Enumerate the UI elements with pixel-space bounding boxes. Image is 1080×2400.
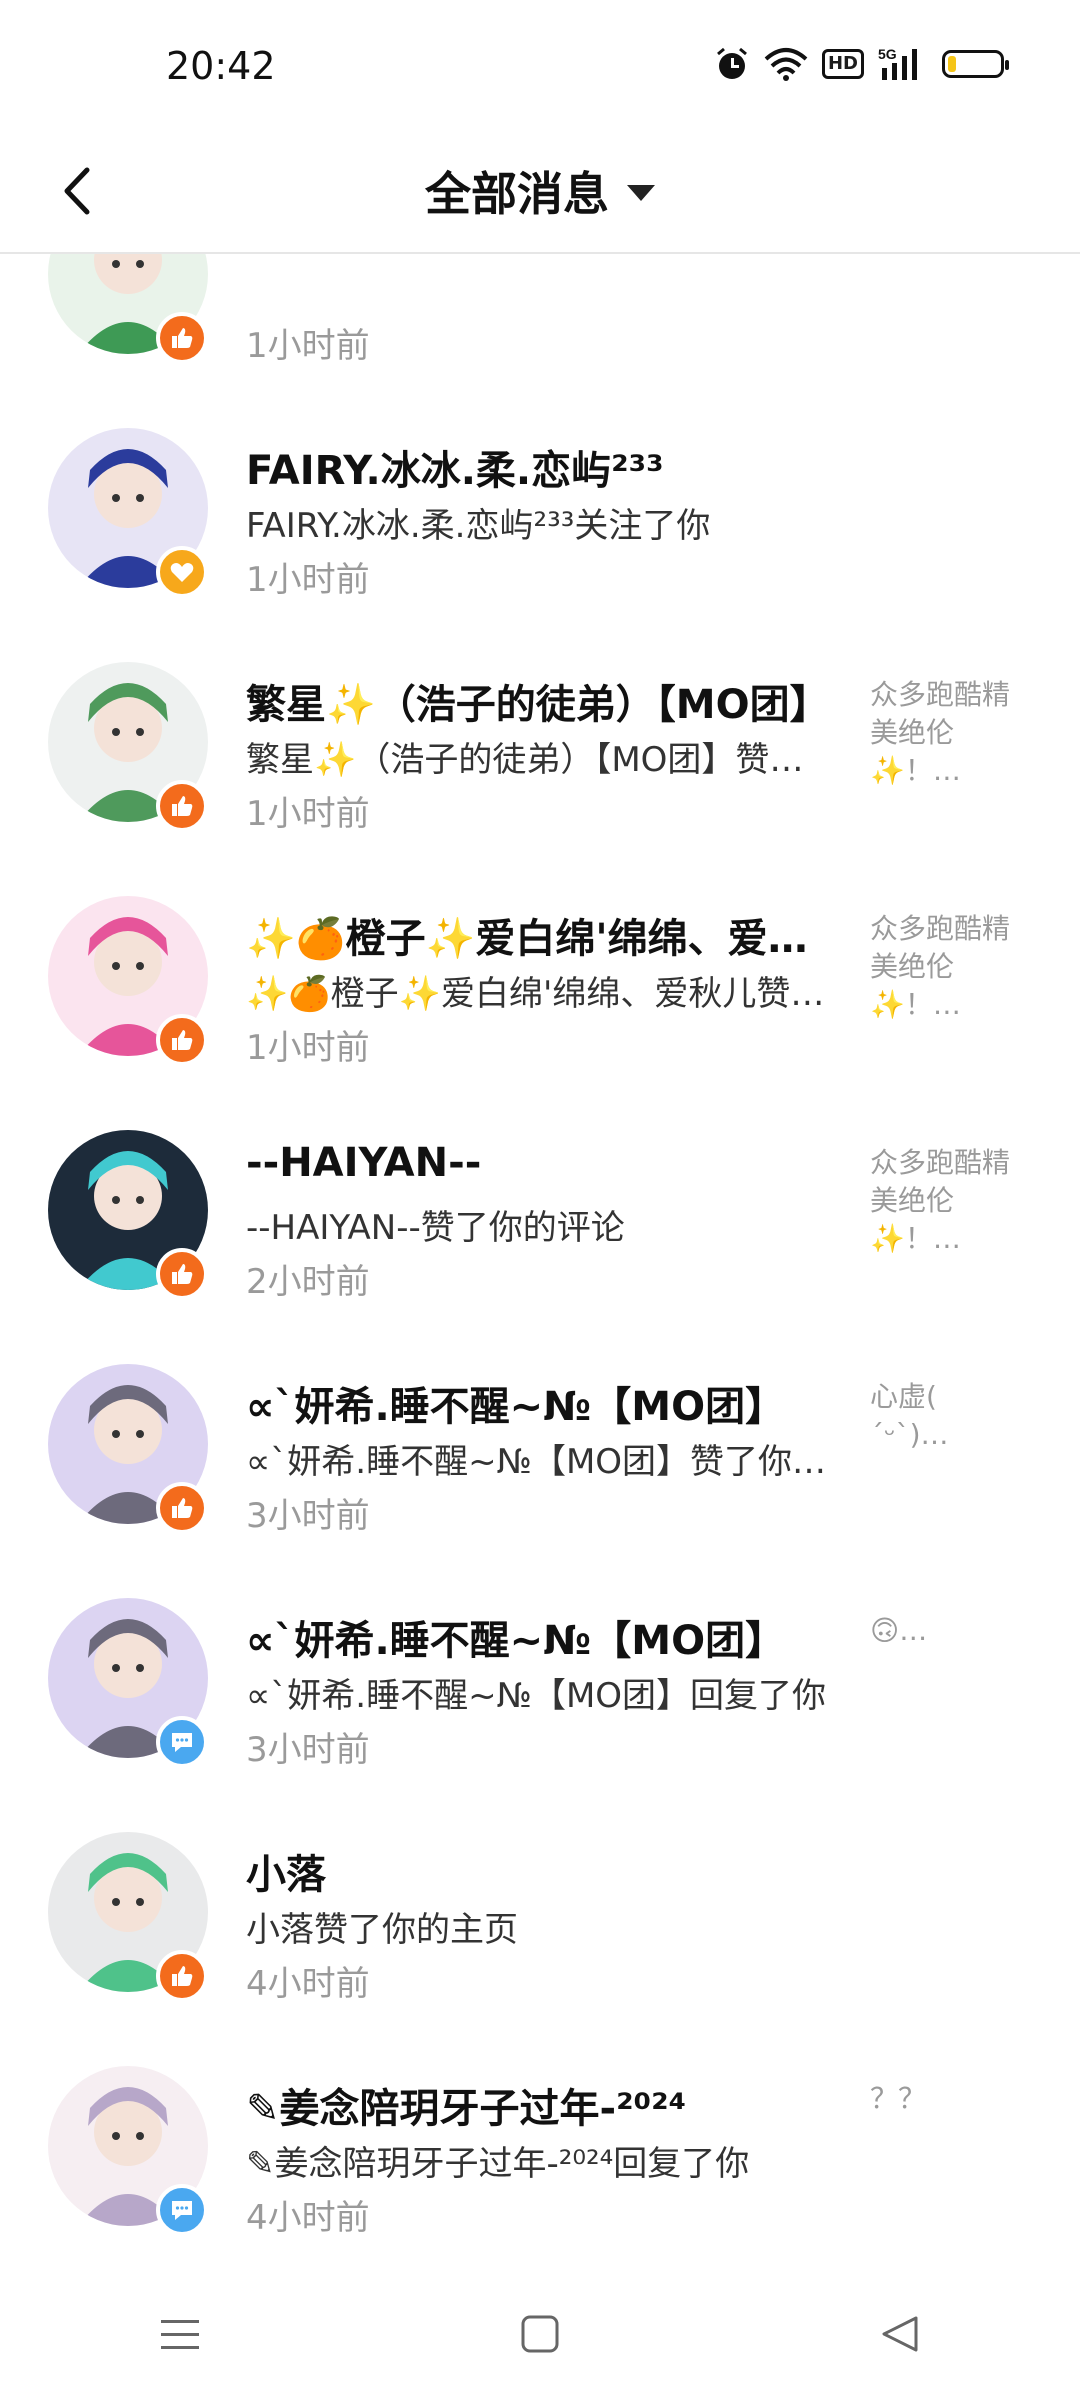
message-time: 1小时前	[246, 794, 370, 834]
sender-name: 繁星✨（浩子的徒弟）【MO团】	[246, 682, 830, 728]
content-snippet[interactable]: 心虚( ´ᵕ`)…	[870, 1378, 1030, 1454]
sender-name: FAIRY.冰冰.柔.恋屿²³³	[246, 448, 664, 494]
message-item[interactable]: ∝`妍希.睡不醒~№【MO团】 ∝`妍希.睡不醒~№【MO团】回复了你 3小时前 🙃…	[0, 1570, 1080, 1804]
like-badge-icon	[156, 1950, 208, 2002]
message-list[interactable]: 1小时前 FAIRY.冰冰.柔.恋屿²³³ FAIRY.冰冰.柔.恋屿²³³关注了你…	[0, 254, 1080, 2250]
message-description: ∝`妍希.睡不醒~№【MO团】回复了你	[246, 1676, 827, 1716]
message-time: 1小时前	[246, 1028, 370, 1068]
content-snippet[interactable]: 🙃…	[870, 1612, 1030, 1650]
like-badge-icon	[156, 1014, 208, 1066]
menu-button[interactable]	[130, 2284, 230, 2384]
content-snippet[interactable]: 众多跑酷精美绝伦✨！…	[870, 676, 1030, 790]
like-badge-icon	[156, 312, 208, 364]
like-badge-icon	[156, 780, 208, 832]
wifi-icon	[764, 47, 808, 81]
like-badge-icon	[156, 1248, 208, 1300]
sender-name: ∝`妍希.睡不醒~№【MO团】	[246, 1384, 786, 1430]
message-item[interactable]: ∝`妍希.睡不醒~№【MO团】 ∝`妍希.睡不醒~№【MO团】赞了你的评论 3小时前…	[0, 1336, 1080, 1570]
battery-level	[948, 56, 956, 72]
reply-badge-icon	[156, 1716, 208, 1768]
status-bar: 20:42 HD 5G	[0, 0, 1080, 130]
message-item[interactable]: ✎姜念陪玥牙子过年-²⁰²⁴ ✎姜念陪玥牙子过年-²⁰²⁴回复了你 4小时前 ？？	[0, 2038, 1080, 2250]
follow-badge-icon	[156, 546, 208, 598]
message-item[interactable]: 小落小落赞了你的主页 4小时前	[0, 1804, 1080, 2038]
status-icons: HD 5G	[714, 46, 1009, 82]
message-time: 1小时前	[246, 560, 370, 600]
sender-name: ✎姜念陪玥牙子过年-²⁰²⁴	[246, 2086, 687, 2132]
sender-name: ∝`妍希.睡不醒~№【MO团】	[246, 1618, 786, 1664]
status-time: 20:42	[166, 44, 276, 88]
message-item[interactable]: 繁星✨（浩子的徒弟）【MO团】繁星✨（浩子的徒弟）【MO团】赞了你的评论 1小时前…	[0, 634, 1080, 868]
message-description: FAIRY.冰冰.柔.恋屿²³³关注了你	[246, 506, 711, 546]
message-time: 1小时前	[246, 326, 370, 366]
message-description: ∝`妍希.睡不醒~№【MO团】赞了你的评论	[246, 1442, 836, 1482]
content-snippet[interactable]: ？？	[870, 2080, 1030, 2118]
page-title: 全部消息	[425, 167, 609, 221]
content-snippet[interactable]: 众多跑酷精美绝伦✨！…	[870, 1144, 1030, 1258]
home-square-icon	[521, 2315, 559, 2353]
message-description: ✨🍊橙子✨爱白绵'绵绵、爱秋儿赞了你的评论	[246, 974, 836, 1014]
system-navbar	[0, 2268, 1080, 2400]
message-time: 3小时前	[246, 1496, 370, 1536]
5g-signal-icon: 5G	[878, 46, 928, 82]
message-description: ✎姜念陪玥牙子过年-²⁰²⁴回复了你	[246, 2144, 750, 2184]
message-list-inner: 1小时前 FAIRY.冰冰.柔.恋屿²³³ FAIRY.冰冰.柔.恋屿²³³关注了你…	[0, 254, 1080, 2250]
header: 全部消息	[0, 130, 1080, 254]
like-badge-icon	[156, 1482, 208, 1534]
sender-name: 小落	[246, 1852, 326, 1898]
back-triangle-icon	[882, 2316, 918, 2352]
message-time: 2小时前	[246, 1262, 370, 1302]
sender-name: --HAIYAN--	[246, 1140, 482, 1186]
message-description: 小落赞了你的主页	[246, 1910, 518, 1950]
message-description: --HAIYAN--赞了你的评论	[246, 1208, 625, 1248]
content-snippet[interactable]: 众多跑酷精美绝伦✨！…	[870, 910, 1030, 1024]
message-description: 繁星✨（浩子的徒弟）【MO团】赞了你的评论	[246, 740, 836, 780]
svg-text:5G: 5G	[878, 46, 897, 62]
message-item[interactable]: --HAIYAN-- --HAIYAN--赞了你的评论 2小时前 众多跑酷精美绝伦✨！…	[0, 1102, 1080, 1336]
back-nav-button[interactable]	[850, 2284, 950, 2384]
message-item[interactable]: ✨🍊橙子✨爱白绵'绵绵、爱秋儿 ✨🍊橙子✨爱白绵'绵绵、爱秋儿赞了你的评论 1小时前…	[0, 868, 1080, 1102]
menu-icon	[161, 2320, 199, 2349]
caret-down-icon	[627, 185, 655, 201]
message-filter-dropdown[interactable]: 全部消息	[0, 130, 1080, 252]
sender-name: ✨🍊橙子✨爱白绵'绵绵、爱秋儿	[246, 916, 836, 962]
alarm-icon	[714, 46, 750, 82]
message-item[interactable]: 1小时前	[0, 254, 1080, 400]
reply-badge-icon	[156, 2184, 208, 2236]
home-button[interactable]	[490, 2284, 590, 2384]
message-time: 3小时前	[246, 1730, 370, 1770]
message-time: 4小时前	[246, 1964, 370, 2004]
battery-icon	[942, 50, 1009, 78]
message-item[interactable]: FAIRY.冰冰.柔.恋屿²³³ FAIRY.冰冰.柔.恋屿²³³关注了你 1小时前	[0, 400, 1080, 634]
hd-icon: HD	[821, 49, 864, 79]
message-time: 4小时前	[246, 2198, 370, 2238]
